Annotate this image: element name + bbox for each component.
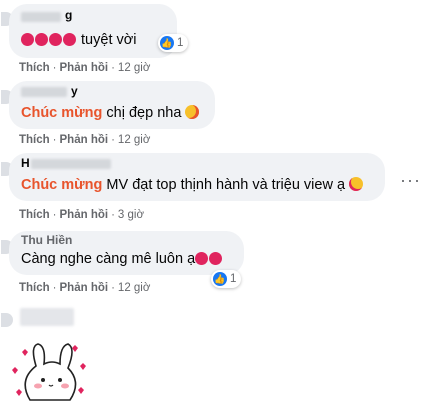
reply-link[interactable]: Phản hồi — [60, 282, 109, 294]
comment-actions: Thích · Phản hồi · 12 giờ — [19, 62, 150, 74]
heart-icon — [209, 252, 223, 265]
timestamp[interactable]: 3 giờ — [118, 209, 144, 221]
like-link[interactable]: Thích — [19, 62, 50, 74]
timestamp[interactable]: 12 giờ — [118, 62, 150, 74]
comment-actions: Thích · Phản hồi · 12 giờ — [19, 134, 150, 146]
reply-link[interactable]: Phản hồi — [60, 134, 109, 146]
reply-link[interactable]: Phản hồi — [60, 62, 109, 74]
separator-dot: · — [52, 62, 57, 74]
comment-text: Chúc mừng MV đạt top thịnh hành và triệu… — [21, 177, 364, 193]
commenter-name[interactable]: Thu Hiền — [21, 233, 72, 247]
like-link[interactable]: Thích — [19, 282, 50, 294]
comment-text-body: chị đẹp nha — [106, 105, 182, 121]
separator-dot: · — [111, 62, 115, 74]
separator-dot: · — [52, 209, 57, 221]
reply-link[interactable]: Phản hồi — [60, 209, 109, 221]
comment-bubble: Thu Hiền Càng nghe càng mê luôn ạ — [9, 231, 244, 275]
reaction-count: 1 — [230, 273, 237, 285]
heart-icon — [63, 33, 76, 46]
like-thumb-icon: 👍 — [160, 36, 174, 50]
heart-icon — [35, 33, 48, 46]
more-options-button[interactable]: ··· — [400, 171, 421, 189]
blurred-name — [21, 87, 67, 97]
like-link[interactable]: Thích — [19, 209, 50, 221]
commenter-name[interactable]: g — [65, 8, 72, 22]
blurred-name — [21, 12, 61, 22]
heart-icon — [49, 33, 62, 46]
comment-actions: Thích · Phản hồi · 3 giờ — [19, 209, 144, 221]
comment-text-body: MV đạt top thịnh hành và triệu view ạ — [106, 177, 346, 193]
keyword-highlight: Chúc mừng — [21, 177, 103, 193]
comment-bubble: y Chúc mừng chị đẹp nha — [9, 81, 215, 129]
comment-actions: Thích · Phản hồi · 12 giờ — [19, 282, 150, 294]
smiling-hearts-emoji-icon — [349, 177, 364, 191]
like-thumb-icon: 👍 — [213, 272, 227, 286]
comment-text-body: Càng nghe càng mê luôn ạ — [21, 251, 196, 267]
reaction-badge[interactable]: 👍 1 — [211, 270, 242, 288]
timestamp[interactable]: 12 giờ — [118, 282, 150, 294]
commenter-name[interactable]: y — [71, 84, 78, 98]
timestamp[interactable]: 12 giờ — [118, 134, 150, 146]
separator-dot: · — [52, 134, 57, 146]
comment-bubble: g tuyệt vời — [9, 4, 177, 58]
comment-text-body: tuyệt vời — [81, 32, 137, 48]
separator-dot: · — [111, 209, 115, 221]
avatar[interactable] — [1, 313, 13, 327]
reaction-badge[interactable]: 👍 1 — [158, 34, 189, 52]
separator-dot: · — [111, 134, 115, 146]
heart-icon — [195, 252, 209, 265]
reaction-count: 1 — [177, 37, 184, 49]
blurred-name — [20, 308, 74, 326]
keyword-highlight: Chúc mừng — [21, 105, 103, 121]
heart-icon — [21, 33, 34, 46]
blurred-name — [31, 159, 111, 169]
commenter-name[interactable]: H — [21, 156, 30, 170]
like-link[interactable]: Thích — [19, 134, 50, 146]
separator-dot: · — [111, 282, 115, 294]
bunny-sticker-icon[interactable] — [8, 340, 88, 403]
comment-bubble: H Chúc mừng MV đạt top thịnh hành và tri… — [9, 153, 385, 201]
kiss-emoji-icon — [185, 105, 200, 119]
comment-text: Chúc mừng chị đẹp nha — [21, 105, 200, 121]
comment-text: Càng nghe càng mê luôn ạ — [21, 251, 223, 267]
comment-text: tuyệt vời — [21, 32, 136, 48]
separator-dot: · — [52, 282, 57, 294]
